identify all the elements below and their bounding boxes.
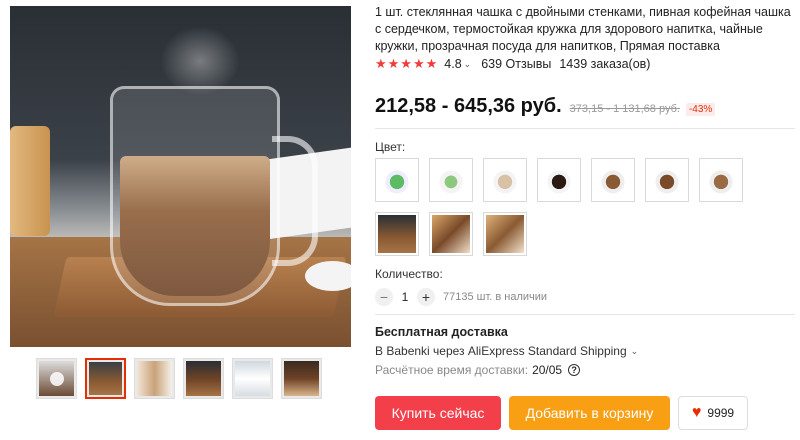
color-option-4[interactable] xyxy=(537,158,581,202)
orders-count: 1439 заказа(ов) xyxy=(559,57,651,71)
shipping-method[interactable]: В Babenki через AliExpress Standard Ship… xyxy=(375,344,638,358)
delivery-date: 20/05 xyxy=(532,363,563,377)
shipping-method-text[interactable]: В Babenki через AliExpress Standard Ship… xyxy=(375,344,627,358)
help-icon[interactable]: ? xyxy=(568,364,581,376)
quantity-value[interactable]: 1 xyxy=(393,290,417,304)
color-label: Цвет: xyxy=(375,140,406,154)
gallery-thumb-1[interactable] xyxy=(36,358,77,399)
heart-icon: ♥ xyxy=(691,404,702,421)
quantity-plus-button[interactable]: + xyxy=(417,288,435,306)
color-option-3[interactable] xyxy=(483,158,527,202)
gallery-thumb-5[interactable] xyxy=(232,358,273,399)
price-row: 212,58 - 645,36 руб. 373,15 - 1 131,68 р… xyxy=(375,95,716,118)
chevron-down-icon[interactable]: ⌄ xyxy=(464,59,472,70)
wishlist-button[interactable]: ♥ 9999 xyxy=(678,396,748,430)
color-option-9[interactable] xyxy=(429,212,473,256)
old-price: 373,15 - 1 131,68 руб. xyxy=(569,103,680,115)
gallery-thumb-3[interactable] xyxy=(134,358,175,399)
discount-badge: -43% xyxy=(685,103,716,116)
rating-score[interactable]: 4.8 xyxy=(444,57,461,71)
delivery-estimate: Расчётное время доставки: 20/05 ? xyxy=(375,363,581,377)
quantity-stepper: − 1 + 77135 шт. в наличии xyxy=(375,288,547,306)
product-title: 1 шт. стеклянная чашка с двойными стенка… xyxy=(375,5,791,53)
rating-stars: ★★★★★ xyxy=(375,56,439,71)
stock-count: 77135 шт. в наличии xyxy=(443,291,548,303)
quantity-label: Количество: xyxy=(375,267,443,281)
shipping-title: Бесплатная доставка xyxy=(375,325,508,339)
color-option-7[interactable] xyxy=(699,158,743,202)
divider xyxy=(375,314,795,315)
play-icon xyxy=(50,372,64,386)
main-product-image[interactable] xyxy=(10,6,351,347)
current-price: 212,58 - 645,36 руб. xyxy=(375,95,562,117)
gallery-thumbnails xyxy=(36,358,322,399)
color-option-1[interactable] xyxy=(375,158,419,202)
divider xyxy=(375,128,795,129)
rating-row: ★★★★★ 4.8 ⌄ 639 Отзывы 1439 заказа(ов) xyxy=(375,56,650,72)
color-option-2[interactable] xyxy=(429,158,473,202)
color-option-10[interactable] xyxy=(483,212,527,256)
gallery-thumb-6[interactable] xyxy=(281,358,322,399)
color-option-6[interactable] xyxy=(645,158,689,202)
quantity-minus-button[interactable]: − xyxy=(375,288,393,306)
color-options xyxy=(375,158,775,256)
buy-now-button[interactable]: Купить сейчас xyxy=(375,396,501,430)
add-to-cart-button[interactable]: Добавить в корзину xyxy=(509,396,670,430)
gallery-thumb-2[interactable] xyxy=(85,358,126,399)
wishlist-count: 9999 xyxy=(707,406,735,420)
gallery-thumb-4[interactable] xyxy=(183,358,224,399)
color-option-8[interactable] xyxy=(375,212,419,256)
reviews-count[interactable]: 639 Отзывы xyxy=(481,57,551,71)
chevron-down-icon[interactable]: ⌄ xyxy=(631,346,639,357)
delivery-label: Расчётное время доставки: xyxy=(375,363,529,377)
color-option-5[interactable] xyxy=(591,158,635,202)
